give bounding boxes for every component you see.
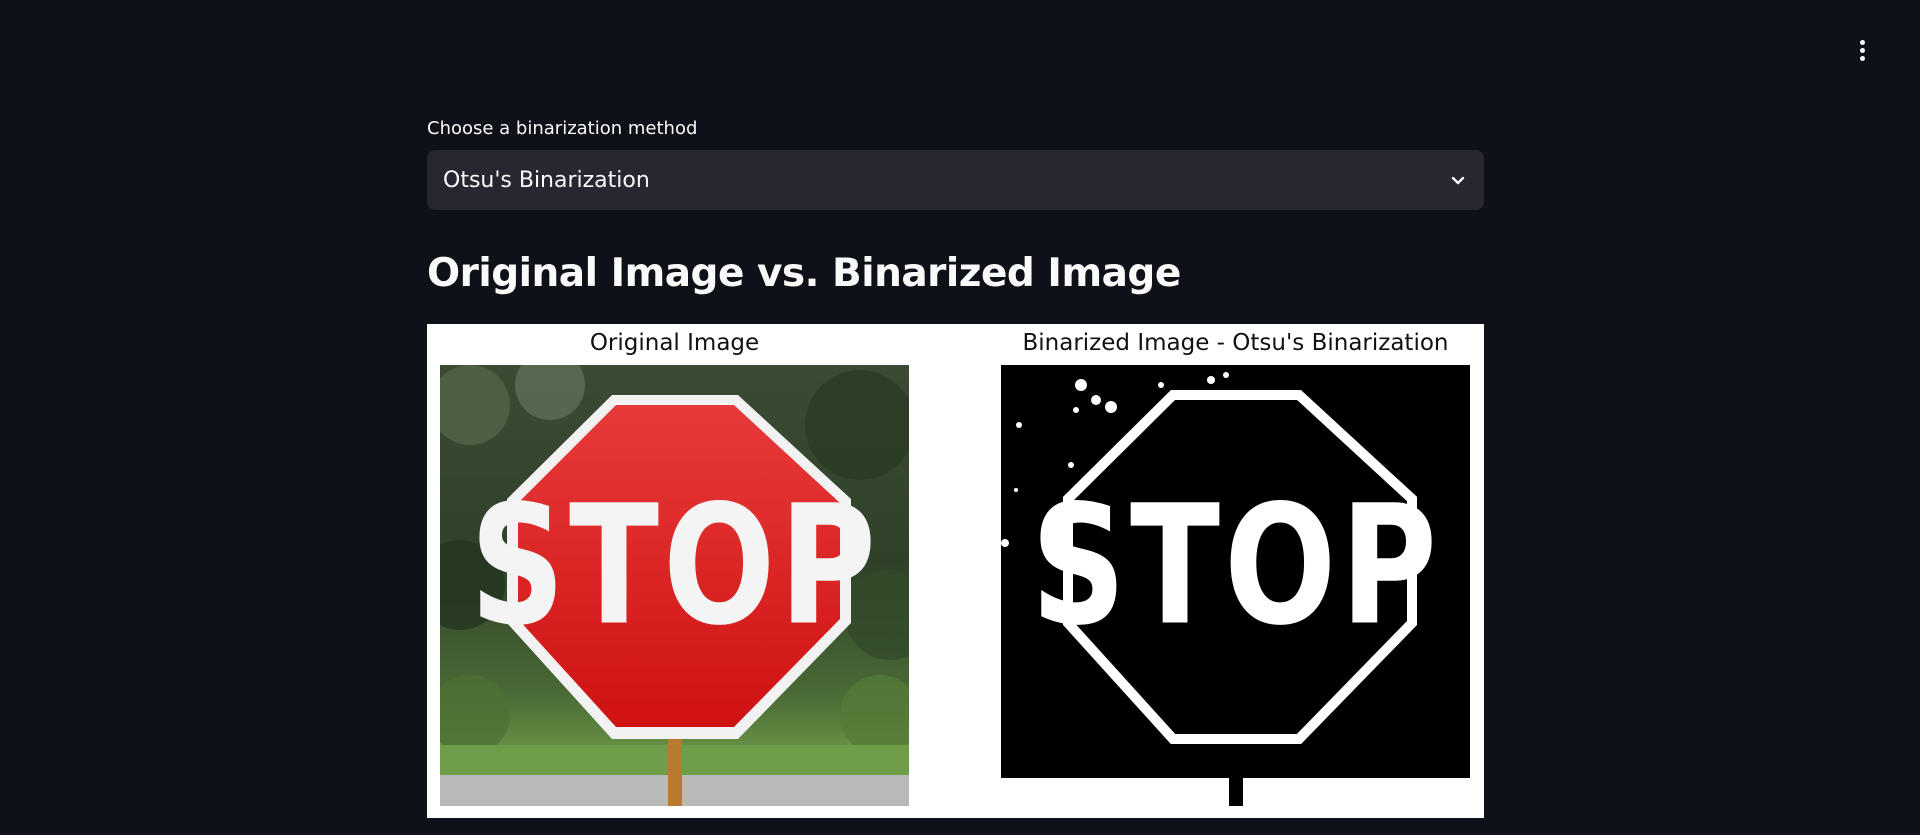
page-title: Original Image vs. Binarized Image: [427, 251, 1181, 296]
select-value: Otsu's Binarization: [443, 167, 650, 193]
comparison-figure: Original Image Binarized Image - Otsu's …: [427, 324, 1484, 818]
original-image-title: Original Image: [589, 330, 760, 356]
binarization-method-select[interactable]: Otsu's Binarization: [427, 150, 1484, 210]
app-root: Choose a binarization method Otsu's Bina…: [0, 0, 1920, 835]
binarized-image: STOP: [1001, 365, 1470, 806]
more-vertical-icon: [1859, 39, 1865, 61]
chevron-down-icon: [1448, 170, 1468, 190]
original-image: STOP: [440, 365, 909, 806]
select-label: Choose a binarization method: [427, 118, 698, 139]
sign-text-original: STOP: [470, 470, 880, 662]
sign-text-binarized: STOP: [1031, 470, 1441, 662]
main-content: Choose a binarization method Otsu's Bina…: [427, 116, 1484, 818]
binarized-image-title: Binarized Image - Otsu's Binarization: [1022, 330, 1449, 356]
main-menu-button[interactable]: [1846, 36, 1878, 64]
